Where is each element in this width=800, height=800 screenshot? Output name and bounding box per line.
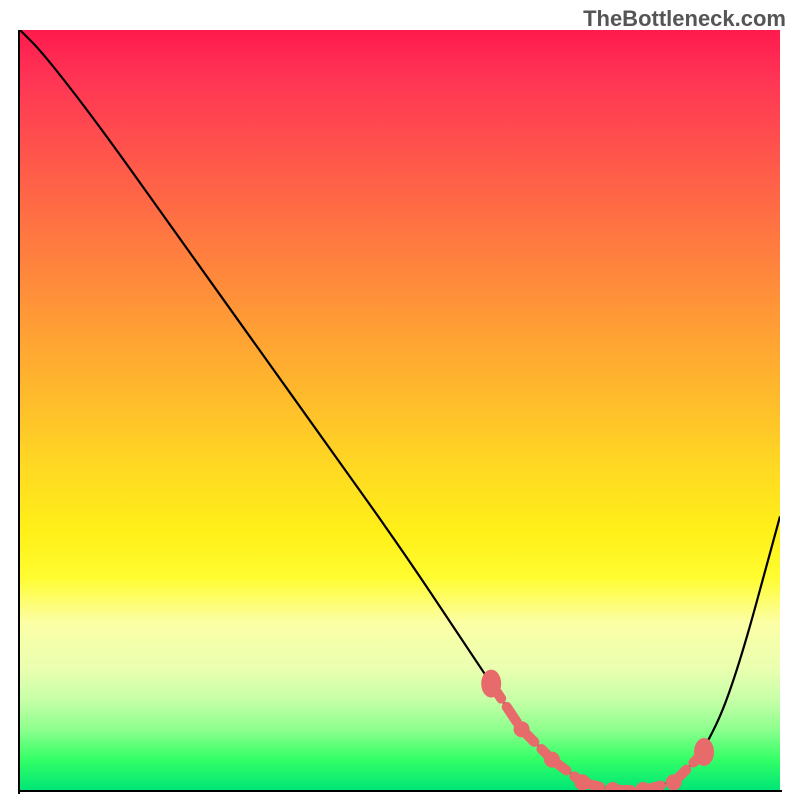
marker-dot [605, 782, 621, 790]
marker-dot [514, 721, 530, 737]
bottleneck-curve-path [20, 30, 780, 790]
x-axis [18, 790, 782, 792]
marker-dot [635, 782, 651, 790]
chart-svg [20, 30, 780, 790]
chart-container: TheBottleneck.com [0, 0, 800, 800]
marker-dot [666, 774, 682, 790]
marker-dot [481, 670, 501, 698]
watermark-text: TheBottleneck.com [583, 6, 786, 32]
optimal-zone-markers [481, 670, 714, 790]
marker-dot [544, 752, 560, 768]
marker-dot [574, 774, 590, 790]
marker-dot [694, 738, 714, 766]
